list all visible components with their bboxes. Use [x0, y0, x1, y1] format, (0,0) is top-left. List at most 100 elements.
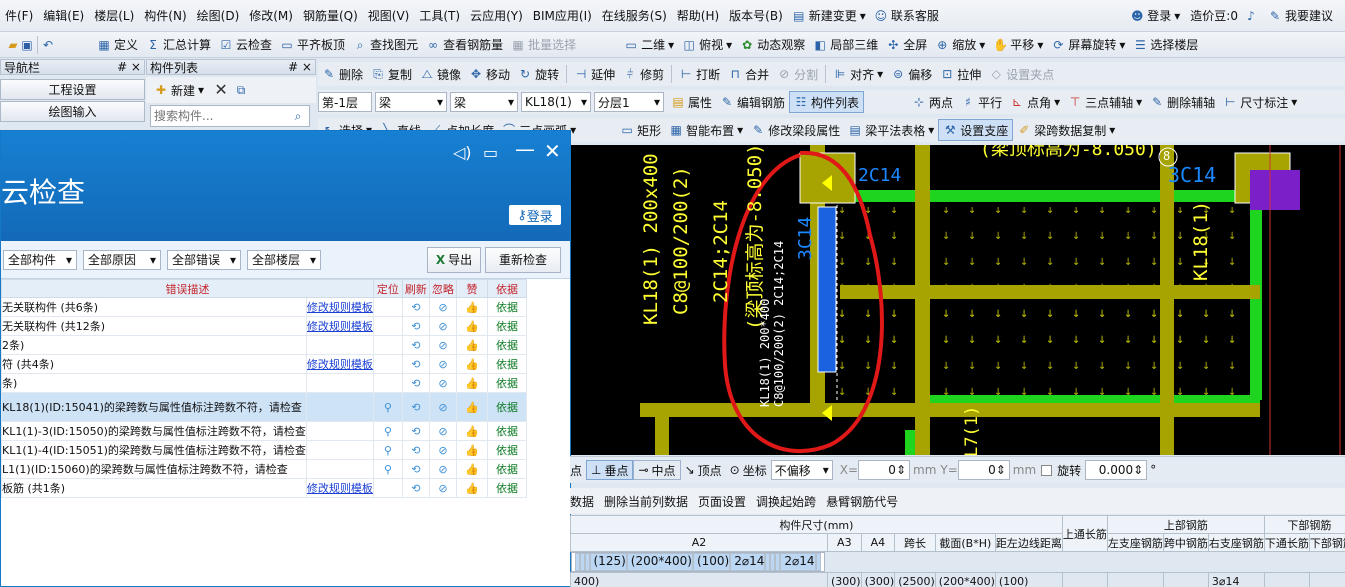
locate-icon[interactable]: ⚲ — [372, 421, 403, 441]
refresh-icon[interactable]: ⟲ — [401, 354, 430, 374]
pan-button[interactable]: ✋ 平移 ▾ — [989, 34, 1047, 56]
ignore-icon[interactable]: ⊘ — [428, 297, 457, 317]
modify-rule-link[interactable] — [305, 335, 374, 355]
thumbs-up-icon[interactable]: 👍 — [455, 459, 488, 479]
contact-button[interactable]: ☺ 联系客服 — [870, 5, 943, 27]
delete-col-button[interactable]: 删除当前列数据 — [604, 493, 688, 510]
split-button[interactable]: ⊘ 分割 — [773, 63, 822, 85]
error-row[interactable]: KL18(1)(ID:15041)的梁跨数与属性值标注跨数不符，请检查 ⚲ ⟲ ⊘ 👍 依… — [1, 392, 528, 422]
menu-draw[interactable]: 绘图(D) — [192, 7, 245, 24]
message-icon[interactable]: ▭ — [483, 143, 498, 162]
component-select[interactable]: KL18(1) ▾ — [521, 92, 591, 112]
basis-link[interactable]: 依据 — [486, 421, 528, 441]
bell-icon[interactable]: ♪ — [1244, 9, 1258, 23]
dialog-login-button[interactable]: ⚷ 登录 — [509, 205, 561, 225]
mirror-button[interactable]: ⧍ 镜像 — [416, 63, 465, 85]
filter-component-select[interactable]: 全部构件 ▾ — [3, 249, 77, 270]
project-settings-button[interactable]: 工程设置 — [0, 79, 145, 100]
grid-cell[interactable] — [1308, 572, 1345, 587]
error-row[interactable]: 2条) ⟲ ⊘ 👍 依据 — [1, 335, 528, 355]
beam-selected-blue[interactable] — [817, 206, 837, 373]
draw-input-button[interactable]: 绘图输入 — [0, 101, 145, 122]
select-floor-button[interactable]: ☰ 选择楼层 — [1129, 34, 1202, 56]
ignore-icon[interactable]: ⊘ — [428, 421, 457, 441]
type1-select[interactable]: 梁 ▾ — [375, 92, 447, 112]
copy-comp-icon[interactable]: ⧉ — [234, 83, 248, 97]
refresh-icon[interactable]: ⟲ — [401, 421, 430, 441]
thumbs-up-icon[interactable]: 👍 — [455, 316, 488, 336]
grid-cell[interactable] — [1106, 572, 1164, 587]
ignore-icon[interactable]: ⊘ — [428, 392, 457, 422]
zoom-button[interactable]: ⊕ 缩放 ▾ — [931, 34, 989, 56]
trim-button[interactable]: ⫩ 修剪 — [619, 63, 668, 85]
modify-rule-link[interactable] — [305, 392, 374, 422]
cloud-check-button[interactable]: ☑ 云检查 — [215, 34, 276, 56]
basis-link[interactable]: 依据 — [486, 440, 528, 460]
menu-cloud[interactable]: 云应用(Y) — [465, 7, 528, 24]
view-rebar-button[interactable]: ∞ 查看钢筋量 — [422, 34, 507, 56]
rotate-input[interactable]: 0.000 ⇕ — [1085, 460, 1148, 480]
nav-pin-close[interactable]: # × — [117, 60, 141, 74]
basis-link[interactable]: 依据 — [486, 392, 528, 422]
snap-coord-button[interactable]: ⊙ 坐标 — [726, 459, 771, 481]
rect-button[interactable]: ▭ 矩形 — [616, 119, 665, 141]
export-button[interactable]: X 导出 — [427, 246, 481, 273]
grid-cell[interactable]: 3⌀14 — [1207, 572, 1265, 587]
save-icon[interactable]: ▣ — [20, 38, 34, 52]
local-3d-button[interactable]: ◧ 局部三维 — [809, 34, 882, 56]
refresh-icon[interactable]: ⟲ — [401, 335, 430, 355]
menu-edit[interactable]: 编辑(E) — [38, 7, 89, 24]
dyn-observe-button[interactable]: ✿ 动态观察 — [736, 34, 809, 56]
grid-cell[interactable]: (100) — [994, 572, 1063, 587]
define-button[interactable]: ▦ 定义 — [93, 34, 142, 56]
screen-rotate-button[interactable]: ⟳ 屏幕旋转 ▾ — [1047, 34, 1129, 56]
grid-cell[interactable] — [1263, 572, 1310, 587]
grid-row-2[interactable]: 400) (300) (300) (2500) (200*400) (100) … — [569, 572, 1345, 587]
grid-cell[interactable]: (100) — [692, 553, 731, 571]
error-row[interactable]: KL1(1)-3(ID:15050)的梁跨数与属性值标注跨数不符，请检查 ⚲ ⟲ ⊘ 👍… — [1, 421, 528, 441]
move-button[interactable]: ✥ 移动 — [465, 63, 514, 85]
modify-rule-link[interactable]: 修改规则模板 — [305, 478, 374, 498]
page-setup-button[interactable]: 页面设置 — [698, 493, 746, 510]
modify-rule-link[interactable]: 修改规则模板 — [305, 354, 374, 374]
modify-rule-link[interactable] — [305, 440, 374, 460]
refresh-icon[interactable]: ⟲ — [401, 316, 430, 336]
speaker-icon[interactable]: ◁) — [453, 143, 472, 162]
basis-link[interactable]: 依据 — [486, 373, 528, 393]
snap-mid-button[interactable]: ⊸ 中点 — [633, 460, 681, 480]
cantilever-button[interactable]: 悬臂钢筋代号 — [826, 493, 898, 510]
layer-select[interactable]: 分层1 ▾ — [594, 92, 664, 112]
cad-canvas[interactable]: ↓ KL18(1) 200x400 C8@10 — [570, 145, 1345, 455]
dim-button[interactable]: ⊢ 尺寸标注 ▾ — [1219, 91, 1301, 113]
thumbs-up-icon[interactable]: 👍 — [455, 421, 488, 441]
delete-axis-button[interactable]: ✎ 删除辅轴 — [1146, 91, 1219, 113]
menu-modify[interactable]: 修改(M) — [244, 7, 298, 24]
sum-calc-button[interactable]: Σ 汇总计算 — [142, 34, 215, 56]
error-row[interactable]: KL1(1)-4(ID:15051)的梁跨数与属性值标注跨数不符，请检查 ⚲ ⟲ ⊘ 👍… — [1, 440, 528, 460]
menu-version[interactable]: 版本号(B) — [724, 7, 788, 24]
menu-tools[interactable]: 工具(T) — [414, 7, 465, 24]
error-row[interactable]: 无关联构件 (共12条) 修改规则模板 ⟲ ⊘ 👍 依据 — [1, 316, 528, 336]
rotate-checkbox[interactable] — [1041, 464, 1053, 476]
menu-file[interactable]: 件(F) — [0, 7, 38, 24]
thumbs-up-icon[interactable]: 👍 — [455, 373, 488, 393]
align-button[interactable]: ⊫ 对齐 ▾ — [829, 63, 887, 85]
ignore-icon[interactable]: ⊘ — [428, 335, 457, 355]
top-view-button[interactable]: ◫ 俯视 ▾ — [678, 34, 736, 56]
comp-pin-close[interactable]: # × — [288, 60, 312, 74]
snap-vertex-button[interactable]: ↘ 顶点 — [681, 459, 726, 481]
parallel-button[interactable]: ♯ 平行 — [957, 91, 1006, 113]
menu-online[interactable]: 在线服务(S) — [597, 7, 672, 24]
fullscreen-button[interactable]: ✣ 全屏 — [882, 34, 931, 56]
error-row[interactable]: L1(1)(ID:15060)的梁跨数与属性值标注跨数不符，请检查 ⚲ ⟲ ⊘ 👍 依据 — [1, 459, 528, 479]
grid-cell[interactable]: (200*400) — [934, 572, 996, 587]
grid-cell[interactable]: 2⌀14 — [730, 553, 766, 571]
new-change-button[interactable]: ▤ 新建变更 ▾ — [788, 5, 870, 27]
thumbs-up-icon[interactable]: 👍 — [455, 392, 488, 422]
snap-point-label[interactable]: 点 — [570, 462, 582, 479]
grid-cell[interactable]: (300) — [827, 572, 862, 587]
x-input[interactable]: 0 ⇕ — [858, 460, 910, 480]
component-list-button[interactable]: ☷ 构件列表 — [789, 91, 865, 113]
type2-select[interactable]: 梁 ▾ — [450, 92, 518, 112]
modify-rule-link[interactable] — [305, 421, 374, 441]
